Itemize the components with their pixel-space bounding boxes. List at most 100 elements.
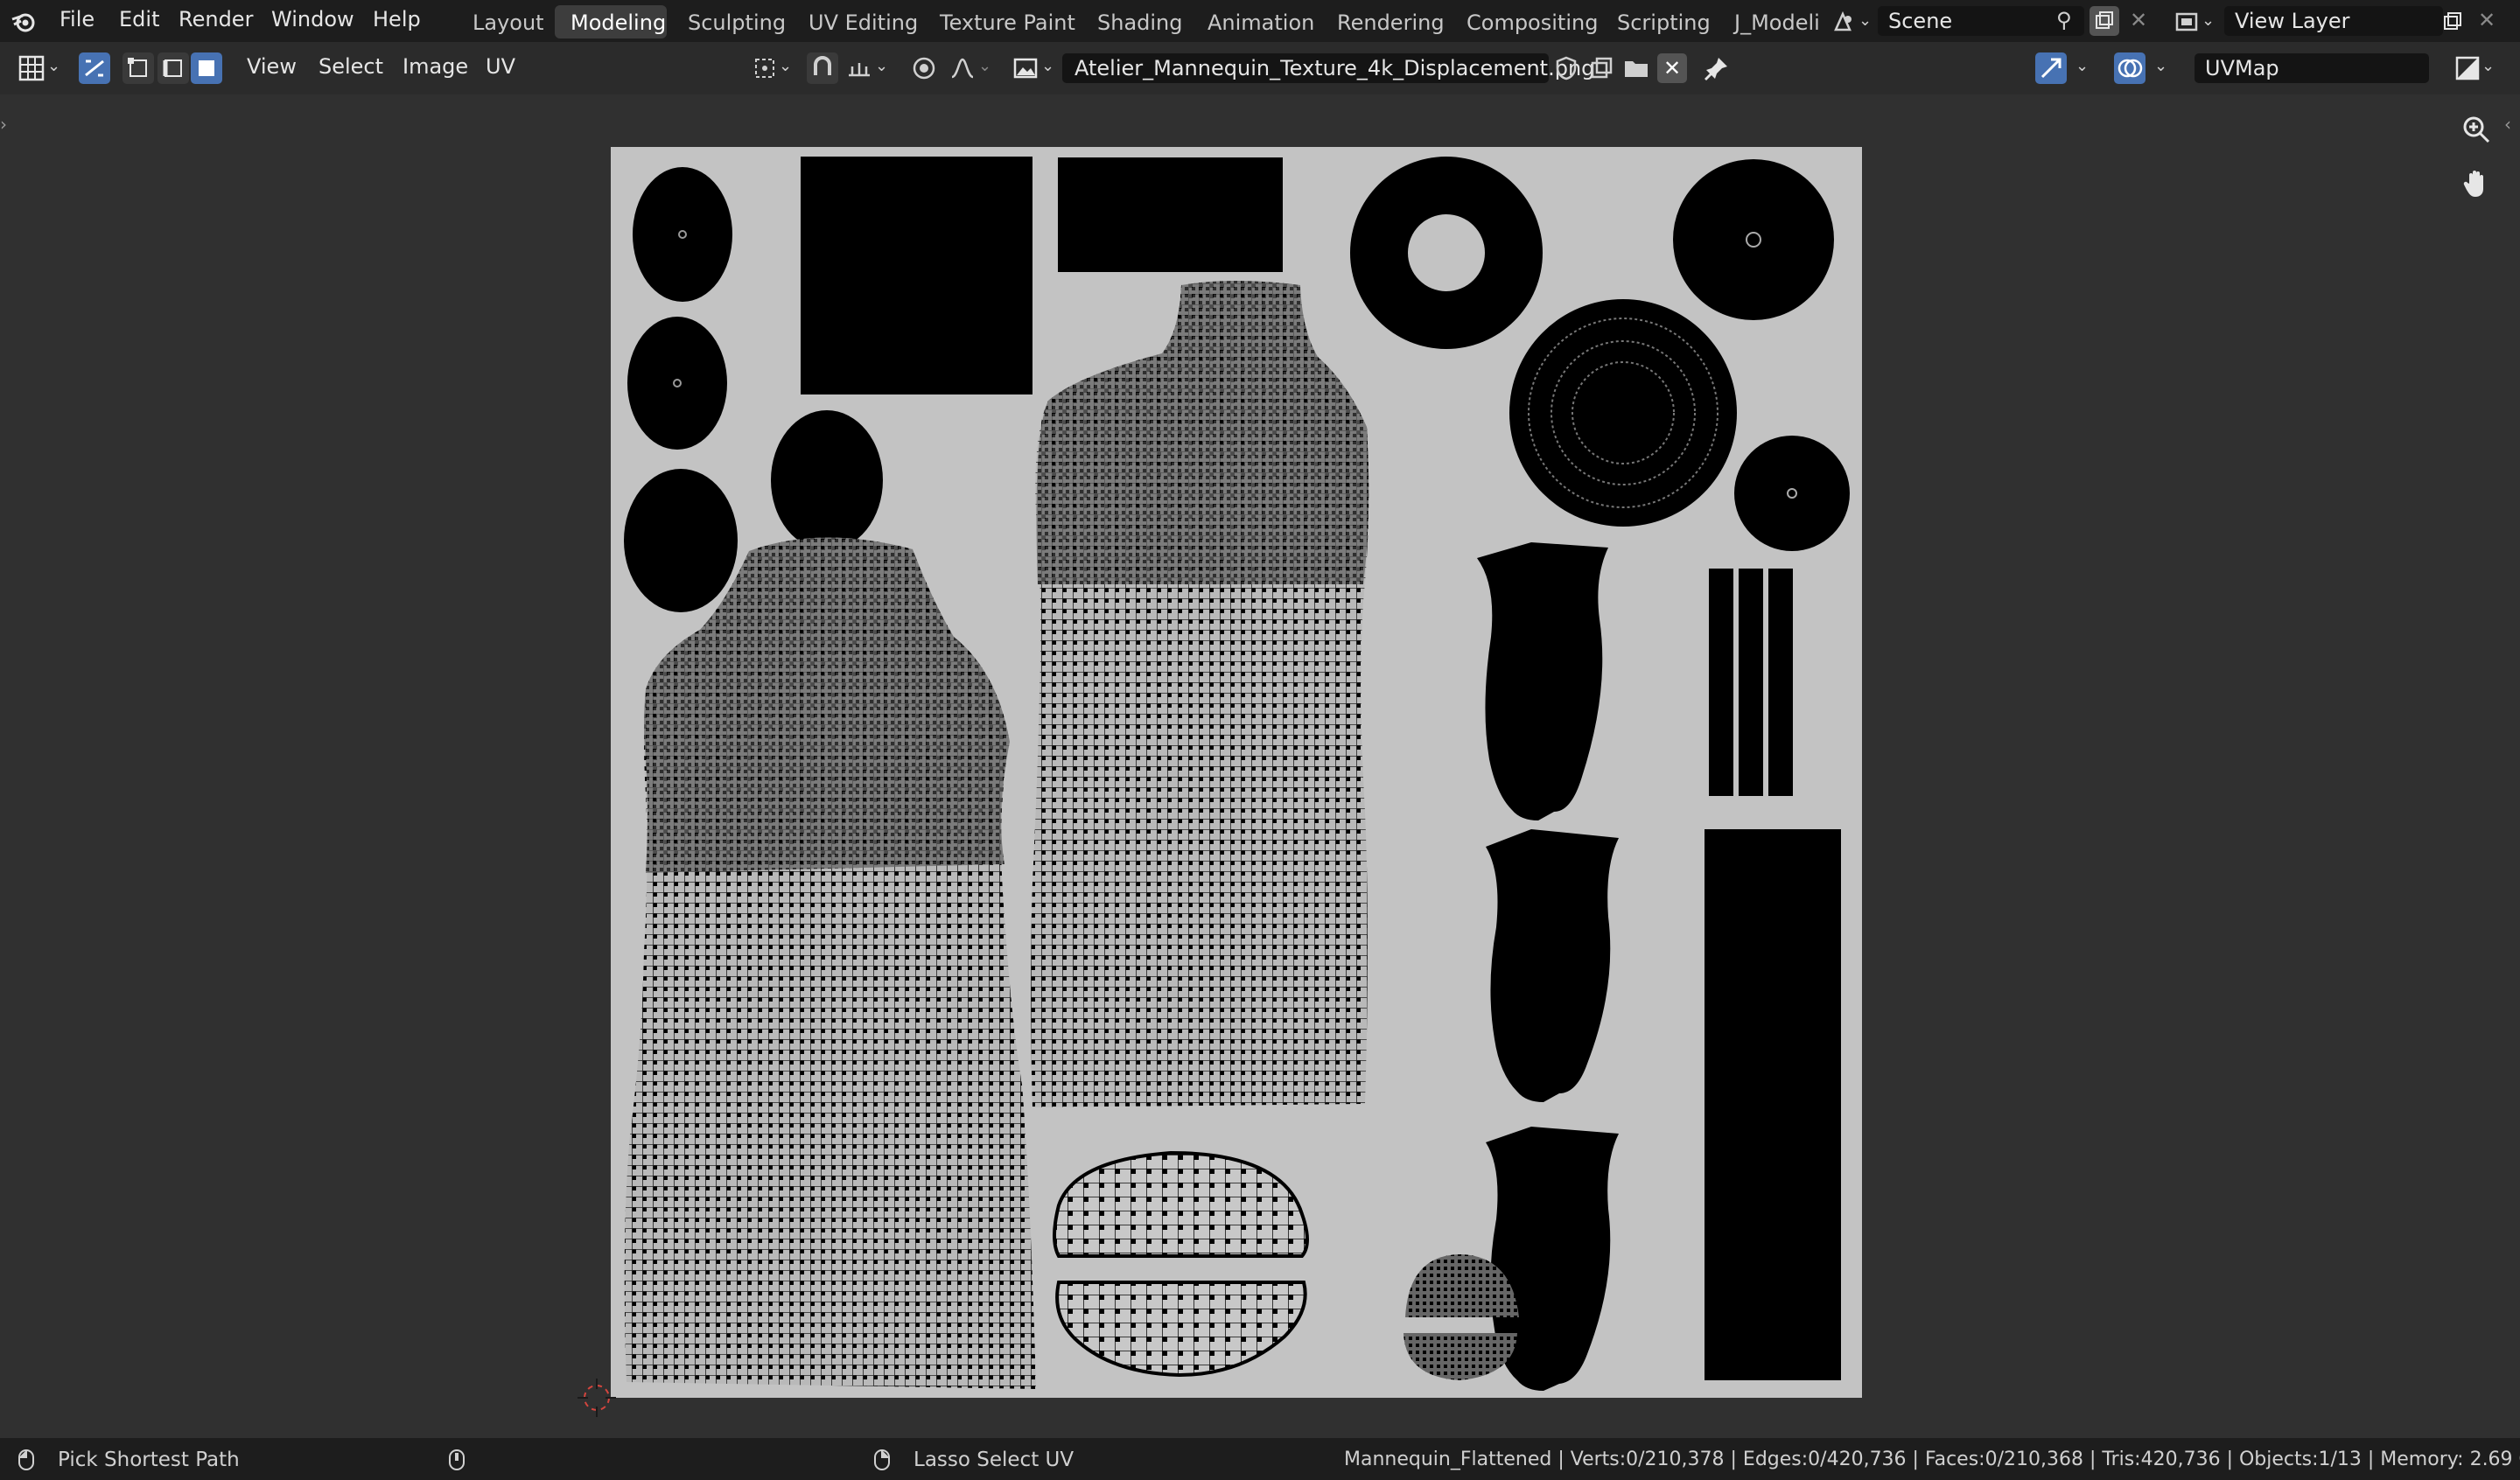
tab-shading[interactable]: Shading [1097,10,1183,35]
uv-sync-button[interactable] [79,52,110,84]
close-icon[interactable]: ✕ [2130,8,2147,32]
image-name-field[interactable]: Atelier_Mannequin_Texture_4k_Displacemen… [1062,53,1594,83]
pin-icon[interactable] [1703,54,1731,82]
chevron-down-icon[interactable]: ⌄ [1858,9,1872,33]
uv-island-strip [1739,569,1763,796]
vertex-select-button[interactable] [122,52,154,84]
uv-island-rect [1058,157,1283,272]
tab-texture-paint[interactable]: Texture Paint [940,10,1075,35]
scene-field[interactable]: Scene [1878,6,2084,36]
menu-render[interactable]: Render [178,7,253,31]
mouse-right-icon [874,1449,890,1470]
scene-selector-icon[interactable] [1830,9,1857,35]
menu-uv[interactable]: UV [486,54,515,79]
uv-island-disc-ribbed [1509,299,1737,527]
proportional-icon[interactable] [910,54,938,82]
overlay-icon [2118,59,2143,78]
snap-icon [814,56,831,75]
close-icon[interactable]: ✕ [2478,8,2496,32]
uv-island-oval [633,167,732,302]
uv-image-canvas[interactable] [611,147,1862,1398]
tab-modeling[interactable]: Modeling [570,10,666,35]
chevron-down-icon[interactable]: ⌄ [1041,54,1054,79]
pivot-icon[interactable] [751,54,779,82]
menu-file[interactable]: File [60,7,94,31]
gizmo-icon [2040,58,2062,79]
chevron-down-icon[interactable]: ⌄ [47,54,60,79]
chevron-down-icon[interactable]: ⌄ [2482,54,2495,79]
snap-toggle[interactable] [807,52,838,84]
uv-island-oval [624,469,738,612]
uv-island-strip [1768,569,1793,796]
uv-map-name: UVMap [2205,56,2279,80]
tab-rendering[interactable]: Rendering [1337,10,1445,35]
view-layer-field[interactable]: View Layer [2224,6,2443,36]
hand-icon[interactable] [2459,166,2494,201]
tab-j-modeling[interactable]: J_Modeli [1734,10,1820,35]
gizmo-toggle[interactable] [2035,52,2067,84]
menu-image[interactable]: Image [402,54,468,79]
overlay-toggle[interactable] [2114,52,2146,84]
menu-select[interactable]: Select [318,54,383,79]
tab-layout[interactable]: Layout [472,10,544,35]
edge-select-button[interactable] [158,52,189,84]
view-layer-icon[interactable] [2174,9,2200,35]
uv-island-long-strip [1704,829,1841,1380]
tab-compositing[interactable]: Compositing [1466,10,1598,35]
vertex-select-icon [128,58,147,77]
uv-island-disc [1673,159,1834,320]
scene-name: Scene [1888,9,1953,33]
tab-animation[interactable]: Animation [1208,10,1314,35]
duplicate-icon[interactable] [2438,7,2468,37]
new-scene-button[interactable] [2090,6,2119,36]
toolbar-expand-icon[interactable]: › [0,112,7,136]
menu-help[interactable]: Help [373,7,421,31]
mouse-left-icon [18,1449,34,1470]
falloff-icon[interactable] [948,54,976,82]
tab-scripting[interactable]: Scripting [1617,10,1711,35]
edge-select-icon [163,59,182,77]
status-bar: Pick Shortest Path Lasso Select UV Manne… [0,1438,2520,1480]
menu-view[interactable]: View [247,54,297,79]
menu-window[interactable]: Window [271,7,354,31]
uv-viewport[interactable]: › ‹ [0,94,2520,1438]
face-select-icon [199,60,214,76]
fake-user-icon[interactable] [1552,54,1580,82]
image-name: Atelier_Mannequin_Texture_4k_Displacemen… [1074,56,1595,80]
chevron-down-icon[interactable]: ⌄ [2202,9,2215,33]
unlink-image-button[interactable]: ✕ [1657,53,1687,83]
sidebar-expand-icon[interactable]: ‹ [2504,112,2511,136]
face-select-button[interactable] [191,52,222,84]
view-layer-name: View Layer [2235,9,2350,33]
close-icon: ✕ [1663,56,1682,80]
tab-uv-editing[interactable]: UV Editing [808,10,918,35]
chevron-down-icon[interactable]: ⌄ [2076,54,2089,79]
image-browse-icon[interactable] [1012,54,1040,82]
pin-icon[interactable]: ⚲ [2056,8,2072,32]
menu-edit[interactable]: Edit [119,7,159,31]
display-channels-icon[interactable] [2454,54,2482,82]
uv-island-square [801,157,1032,394]
chevron-down-icon[interactable]: ⌄ [779,54,792,79]
status-left-hint: Pick Shortest Path [58,1449,240,1471]
editor-type-icon[interactable] [18,54,46,82]
uv-island-ring-hole [1408,214,1485,291]
snap-target-icon[interactable] [845,54,873,82]
chevron-down-icon[interactable]: ⌄ [978,54,991,79]
uv-editor-header: ⌄ View Select Image UV ⌄ ⌄ ⌄ ⌄ Atelier_M… [0,42,2520,94]
cursor-icon[interactable] [576,1377,618,1419]
uv-map-field[interactable]: UVMap [2194,53,2429,83]
uv-island-strip [1709,569,1733,796]
top-bar: File Edit Render Window Help Layout Mode… [0,0,2520,42]
new-image-icon[interactable] [1587,54,1615,82]
zoom-icon[interactable] [2459,112,2494,147]
chevron-down-icon[interactable]: ⌄ [2154,54,2167,79]
uv-sync-icon [85,59,104,77]
uv-island-disc [1734,436,1850,551]
chevron-down-icon[interactable]: ⌄ [875,54,888,79]
open-image-icon[interactable] [1622,54,1650,82]
blender-logo-icon[interactable] [10,9,37,35]
uv-island-oval [771,410,883,550]
scene-statistics: Mannequin_Flattened | Verts:0/210,378 | … [1344,1449,2520,1470]
tab-sculpting[interactable]: Sculpting [688,10,786,35]
